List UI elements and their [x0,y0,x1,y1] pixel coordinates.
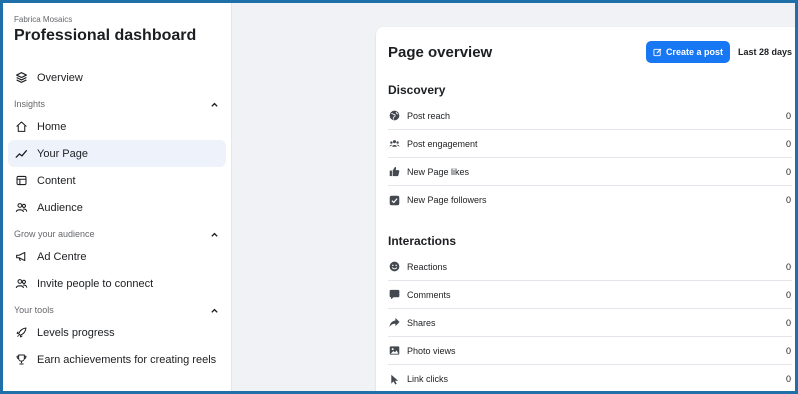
sidebar-item-label: Overview [37,71,83,84]
trend-icon [14,147,28,161]
interactions-heading: Interactions [388,234,457,248]
sidebar-item-label: Earn achievements for creating reels [37,353,217,366]
sidebar-item-label: Content [37,174,76,187]
section-your-tools-header[interactable]: Your tools [3,301,231,319]
metric-label: Reactions [407,261,448,272]
metric-value: 0 [785,195,791,205]
metric-label: New Page followers [407,195,487,205]
dashboard-title: Professional dashboard [14,27,197,44]
invite-people-icon [14,277,28,291]
sidebar-item-ad-centre[interactable]: Ad Centre [8,243,226,270]
metric-row-new-page-likes[interactable]: New Page likes 0 [388,158,792,186]
sidebar: Fabrica Mosaics Professional dashboard O… [3,3,232,391]
section-heading: Your tools [14,305,54,315]
metric-row-photo-views[interactable]: Photo views 0 [388,337,792,365]
metric-value: 0 [785,110,791,121]
discovery-metrics: Post reach 0 Post engagement 0 New Page … [388,102,792,214]
section-insights-header[interactable]: Insights [3,95,231,113]
metric-value: 0 [785,345,791,356]
sidebar-item-label: Ad Centre [37,250,87,263]
date-range-selector[interactable]: Last 28 days [738,47,792,57]
metric-row-reactions[interactable]: Reactions 0 [388,253,792,281]
home-icon [14,120,28,134]
org-name: Fabrica Mosaics [14,15,73,24]
sidebar-item-home[interactable]: Home [8,113,226,140]
page-overview-card: Page overview Create a post Last 28 days… [376,27,795,391]
window-frame: Fabrica Mosaics Professional dashboard O… [0,0,798,394]
sidebar-item-your-page[interactable]: Your Page [8,140,226,167]
metric-value: 0 [785,166,791,177]
metric-value: 0 [785,317,791,328]
edit-icon [653,48,662,56]
sidebar-item-label: Your Page [37,147,88,160]
chevron-up-icon [211,232,218,237]
metric-row-comments[interactable]: Comments 0 [388,281,792,309]
trophy-icon [14,353,28,367]
metric-value: 0 [785,374,791,384]
metric-label: Comments [407,289,451,300]
sidebar-item-label: Levels progress [37,326,115,339]
people-icon [388,138,400,150]
sidebar-item-label: Home [37,120,67,133]
metric-value: 0 [785,138,791,149]
share-icon [388,317,400,329]
overview-icon [14,71,28,85]
content-icon [14,174,28,188]
comment-icon [388,289,400,301]
chevron-up-icon [211,102,218,107]
sidebar-item-invite-people[interactable]: Invite people to connect [8,270,226,297]
discovery-heading: Discovery [388,83,446,97]
sidebar-item-content[interactable]: Content [8,167,226,194]
metric-value: 0 [785,261,791,272]
metric-row-post-reach[interactable]: Post reach 0 [388,102,792,130]
sidebar-item-earn-achievements[interactable]: Earn achievements for creating reels [8,346,226,373]
sidebar-item-label: Invite people to connect [37,277,154,290]
metric-label: Post engagement [407,138,478,149]
section-heading: Grow your audience [14,229,95,239]
sidebar-item-overview[interactable]: Overview [8,64,226,91]
follow-check-icon [388,194,400,206]
sidebar-item-levels-progress[interactable]: Levels progress [8,319,226,346]
create-post-button[interactable]: Create a post [645,41,730,63]
sidebar-item-label: Audience [37,201,83,214]
section-grow-audience-header[interactable]: Grow your audience [3,225,231,243]
rocket-icon [14,326,28,340]
interactions-metrics: Reactions 0 Comments 0 Shares 0 Photo vi… [388,253,792,391]
metric-label: New Page likes [407,166,470,177]
metric-row-shares[interactable]: Shares 0 [388,309,792,337]
metric-label: Post reach [407,110,451,121]
create-post-label: Create a post [665,47,723,57]
card-header: Page overview Create a post Last 28 days [388,27,792,77]
metric-label: Shares [407,317,436,328]
globe-icon [388,110,400,122]
metric-label: Link clicks [407,374,449,384]
audience-icon [14,201,28,215]
metric-label: Photo views [407,345,456,356]
metric-value: 0 [785,289,791,300]
photo-icon [388,345,400,357]
megaphone-icon [14,250,28,264]
sidebar-item-audience[interactable]: Audience [8,194,226,221]
chevron-up-icon [211,308,218,313]
thumbs-up-icon [388,166,400,178]
card-title: Page overview [388,43,493,61]
cursor-icon [388,373,400,385]
reaction-face-icon [388,261,400,273]
metric-row-link-clicks[interactable]: Link clicks 0 [388,365,792,391]
metric-row-new-page-followers[interactable]: New Page followers 0 [388,186,792,214]
metric-row-post-engagement[interactable]: Post engagement 0 [388,130,792,158]
section-heading: Insights [14,99,46,109]
